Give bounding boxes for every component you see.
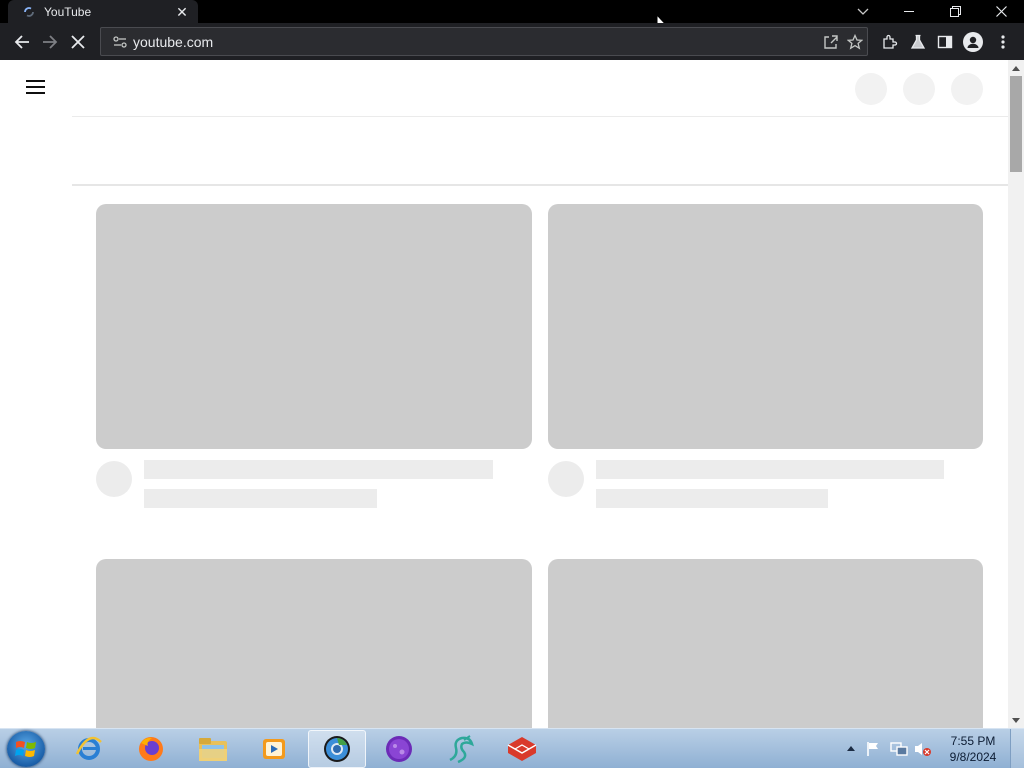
chrome-icon[interactable] — [308, 730, 366, 768]
video-meta-placeholder — [144, 489, 377, 508]
kebab-menu-icon[interactable] — [990, 29, 1016, 55]
volume-muted-icon[interactable] — [914, 741, 932, 757]
youtube-page — [0, 60, 1008, 728]
tune-icon[interactable] — [107, 35, 133, 48]
channel-avatar-placeholder — [548, 461, 584, 497]
taskbar-clock[interactable]: 7:55 PM 9/8/2024 — [940, 733, 1006, 765]
firefox-icon[interactable] — [122, 730, 180, 768]
header-avatar-placeholder — [951, 73, 983, 105]
scroll-down-icon[interactable] — [1012, 718, 1020, 723]
close-icon[interactable]: ✕ — [174, 4, 190, 20]
header-button-placeholder — [903, 73, 935, 105]
media-player-icon[interactable] — [245, 730, 303, 768]
video-title-placeholder — [596, 460, 944, 479]
windows-start-icon[interactable] — [7, 731, 45, 767]
address-bar[interactable]: youtube.com — [100, 27, 868, 56]
file-explorer-icon[interactable] — [184, 730, 242, 768]
video-thumbnail-placeholder — [96, 204, 532, 449]
show-desktop-button[interactable] — [1010, 729, 1024, 768]
hamburger-icon[interactable] — [26, 79, 46, 95]
video-thumbnail-placeholder — [548, 204, 983, 449]
action-center-flag-icon[interactable] — [866, 741, 880, 757]
chip-bar-divider — [72, 184, 1008, 186]
channel-avatar-placeholder — [96, 461, 132, 497]
internet-explorer-icon[interactable] — [60, 730, 118, 768]
puzzle-icon[interactable] — [877, 29, 903, 55]
clock-time: 7:55 PM — [950, 734, 996, 748]
address-text[interactable]: youtube.com — [133, 34, 819, 50]
close-icon[interactable] — [978, 0, 1024, 23]
network-icon[interactable] — [890, 741, 908, 757]
flask-icon[interactable] — [905, 29, 931, 55]
tab-search-icon[interactable] — [840, 0, 886, 23]
video-thumbnail-placeholder — [548, 559, 983, 728]
show-hidden-icons-arrow[interactable] — [847, 745, 855, 751]
browser-title-bar: YouTube ✕ — [0, 0, 1024, 34]
dragon-app-icon[interactable] — [431, 730, 489, 768]
purple-app-icon[interactable] — [370, 730, 428, 768]
forward-arrow-icon[interactable] — [37, 29, 63, 55]
windows-taskbar: 7:55 PM 9/8/2024 — [0, 728, 1024, 768]
clock-date: 9/8/2024 — [949, 750, 997, 764]
browser-toolbar: youtube.com — [0, 23, 1024, 60]
back-arrow-icon[interactable] — [9, 29, 35, 55]
side-panel-icon[interactable] — [932, 29, 958, 55]
red-app-icon[interactable] — [493, 730, 551, 768]
page-scrollbar[interactable] — [1008, 60, 1024, 728]
star-icon[interactable] — [843, 33, 867, 50]
youtube-loading-icon — [22, 5, 36, 19]
tab-title: YouTube — [44, 4, 92, 19]
browser-tab[interactable]: YouTube ✕ — [8, 0, 198, 23]
video-meta-placeholder — [596, 489, 828, 508]
scrollbar-thumb[interactable] — [1010, 76, 1022, 172]
desktop-screen: YouTube ✕ youtube.com 7:55 PM 9/8/2024 — [0, 0, 1024, 768]
profile-icon[interactable] — [960, 29, 986, 55]
video-thumbnail-placeholder — [96, 559, 532, 728]
header-button-placeholder — [855, 73, 887, 105]
header-divider — [72, 116, 1008, 117]
restore-icon[interactable] — [932, 0, 978, 23]
minimize-icon[interactable] — [886, 0, 932, 23]
scroll-up-icon[interactable] — [1012, 66, 1020, 71]
video-title-placeholder — [144, 460, 493, 479]
share-icon[interactable] — [819, 34, 843, 50]
stop-loading-icon[interactable] — [65, 29, 91, 55]
